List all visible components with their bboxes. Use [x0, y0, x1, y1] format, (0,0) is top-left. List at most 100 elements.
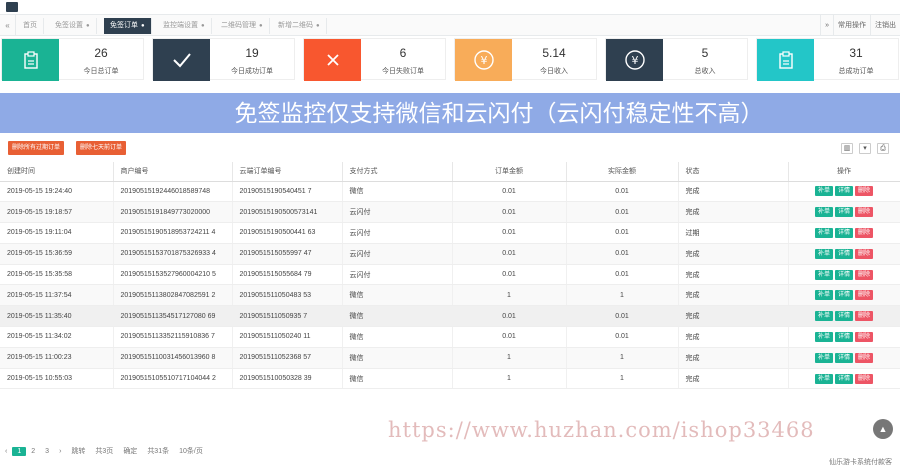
close-icon[interactable]: ● — [316, 23, 320, 29]
table-row[interactable]: 2019-05-15 19:18:57 20190515191849773020… — [0, 201, 900, 224]
cell-pay-method: 微信 — [342, 284, 453, 307]
add-order-button[interactable]: 补单 — [814, 186, 833, 197]
add-order-button[interactable]: 补单 — [814, 352, 833, 363]
col-created-time[interactable]: 创建时间 — [0, 162, 114, 182]
page-3-button[interactable]: 3 — [40, 448, 54, 455]
cell-pay-method: 微信 — [342, 347, 453, 369]
add-order-button[interactable]: 补单 — [814, 248, 833, 259]
tabs-prev-icon[interactable]: « — [0, 15, 16, 36]
col-order-amount[interactable]: 订单金额 — [452, 162, 567, 182]
detail-button[interactable]: 详情 — [834, 227, 853, 238]
delete-expired-button[interactable]: 删除所有过期订单 — [8, 141, 65, 155]
add-order-button[interactable]: 补单 — [814, 227, 833, 238]
table-row[interactable]: 2019-05-15 11:00:23 20190515110031456013… — [0, 347, 900, 369]
tab-home[interactable]: 首页 — [17, 18, 44, 34]
detail-button[interactable]: 详情 — [834, 248, 853, 259]
record-count-label: 共31条 — [147, 448, 170, 455]
detail-button[interactable]: 详情 — [834, 352, 853, 363]
export-icon[interactable]: ▾ — [859, 143, 871, 154]
cell-actual-amount: 0.01 — [566, 222, 679, 244]
close-icon[interactable]: ● — [86, 23, 90, 29]
detail-button[interactable]: 详情 — [834, 290, 853, 301]
tab-label: 新增二维码 — [278, 22, 313, 29]
delete-button[interactable]: 删除 — [855, 248, 874, 259]
delete-button[interactable]: 删除 — [855, 311, 874, 322]
cell-merchant-id: 20190515191849773020000 — [113, 201, 233, 224]
tabs-next-icon[interactable]: » — [820, 15, 833, 36]
watermark-text: https://www.huzhan.com/ishop33468 — [388, 418, 815, 442]
detail-button[interactable]: 详情 — [834, 269, 853, 280]
table-row[interactable]: 2019-05-15 11:37:54 20190515113802847082… — [0, 284, 900, 307]
page-1-button[interactable]: 1 — [12, 446, 27, 456]
delete-button[interactable]: 删除 — [855, 331, 874, 342]
print-icon[interactable]: ⎙ — [877, 143, 889, 154]
cell-time: 2019-05-15 11:35:40 — [0, 305, 114, 328]
close-icon[interactable]: ● — [141, 23, 145, 29]
delete-button[interactable]: 删除 — [855, 290, 874, 301]
add-order-button[interactable]: 补单 — [814, 269, 833, 280]
page-prev-button[interactable]: ‹ — [0, 448, 12, 455]
stat-card-today-income: ¥ 5.14 今日收入 — [454, 38, 597, 81]
common-ops-button[interactable]: 常用操作 — [833, 15, 870, 36]
add-order-button[interactable]: 补单 — [814, 311, 833, 322]
logout-button[interactable]: 注销出 — [870, 15, 900, 36]
tab-qrcode-manage[interactable]: 二维码管理 ● — [215, 18, 270, 34]
yen-icon: ¥ — [606, 39, 663, 81]
cell-actual-amount: 0.01 — [566, 181, 679, 203]
tab-label: 免签订单 — [110, 22, 138, 29]
col-cloud-order-id[interactable]: 云端订单编号 — [232, 162, 343, 182]
tab-add-qrcode[interactable]: 新增二维码 ● — [272, 18, 327, 34]
cell-actual-amount: 0.01 — [566, 264, 679, 286]
cell-time: 2019-05-15 19:18:57 — [0, 201, 114, 224]
detail-button[interactable]: 详情 — [834, 373, 853, 384]
status-badge: 完成 — [678, 347, 789, 369]
table-row[interactable]: 2019-05-15 11:34:02 20190515113352115910… — [0, 326, 900, 348]
cell-cloud-id: 2019051511052368 57 — [232, 347, 343, 369]
page-size-select[interactable]: 10条/页 — [174, 446, 208, 456]
col-status[interactable]: 状态 — [678, 162, 789, 182]
page-2-button[interactable]: 2 — [26, 448, 40, 455]
stat-label: 今日成功订单 — [231, 68, 273, 75]
col-actual-amount[interactable]: 实际金额 — [566, 162, 679, 182]
add-order-button[interactable]: 补单 — [814, 290, 833, 301]
menu-toggle-icon[interactable] — [6, 2, 18, 12]
table-row[interactable]: 2019-05-15 19:11:04 20190515190518953724… — [0, 222, 900, 244]
col-pay-method[interactable]: 支付方式 — [342, 162, 453, 182]
page-go-button[interactable]: 确定 — [118, 446, 142, 456]
add-order-button[interactable]: 补单 — [814, 373, 833, 384]
stat-card-today-failed: 6 今日失败订单 — [303, 38, 446, 81]
close-icon[interactable]: ● — [259, 23, 263, 29]
delete-button[interactable]: 删除 — [855, 227, 874, 238]
delete-button[interactable]: 删除 — [855, 269, 874, 280]
table-row[interactable]: 2019-05-15 10:55:03 20190515105510717104… — [0, 368, 900, 390]
detail-button[interactable]: 详情 — [834, 311, 853, 322]
delete-button[interactable]: 删除 — [855, 207, 874, 218]
table-row[interactable]: 2019-05-15 19:24:40 20190515192446018589… — [0, 181, 900, 203]
add-order-button[interactable]: 补单 — [814, 207, 833, 218]
table-row[interactable]: 2019-05-15 15:35:58 20190515153527960004… — [0, 264, 900, 286]
cell-actual-amount: 0.01 — [566, 201, 679, 224]
tab-monitor-settings[interactable]: 监控端设置 ● — [157, 18, 212, 34]
delete-button[interactable]: 删除 — [855, 373, 874, 384]
detail-button[interactable]: 详情 — [834, 331, 853, 342]
tab-mianqian-settings[interactable]: 免签设置 ● — [49, 18, 97, 34]
add-order-button[interactable]: 补单 — [814, 331, 833, 342]
scroll-top-icon[interactable]: ▲ — [873, 419, 893, 439]
columns-icon[interactable]: ▥ — [841, 143, 853, 154]
cell-time: 2019-05-15 11:00:23 — [0, 347, 114, 369]
delete-button[interactable]: 删除 — [855, 186, 874, 197]
delete-button[interactable]: 删除 — [855, 352, 874, 363]
detail-button[interactable]: 详情 — [834, 186, 853, 197]
status-badge: 完成 — [678, 368, 789, 390]
tab-mianqian-orders[interactable]: 免签订单 ● — [104, 18, 152, 34]
page-next-button[interactable]: › — [54, 448, 66, 455]
detail-button[interactable]: 详情 — [834, 207, 853, 218]
stat-value: 31 — [849, 46, 863, 60]
close-icon[interactable]: ● — [201, 23, 205, 29]
table-row[interactable]: 2019-05-15 15:36:59 20190515153701875326… — [0, 243, 900, 265]
delete-week-old-button[interactable]: 删除七天前订单 — [76, 141, 127, 155]
cell-actual-amount: 0.01 — [566, 305, 679, 328]
table-row[interactable]: 2019-05-15 11:35:40 20190515113545171270… — [0, 305, 900, 328]
col-merchant-id[interactable]: 商户编号 — [113, 162, 233, 182]
cell-actions: 补单 详情 删除 — [788, 264, 900, 286]
